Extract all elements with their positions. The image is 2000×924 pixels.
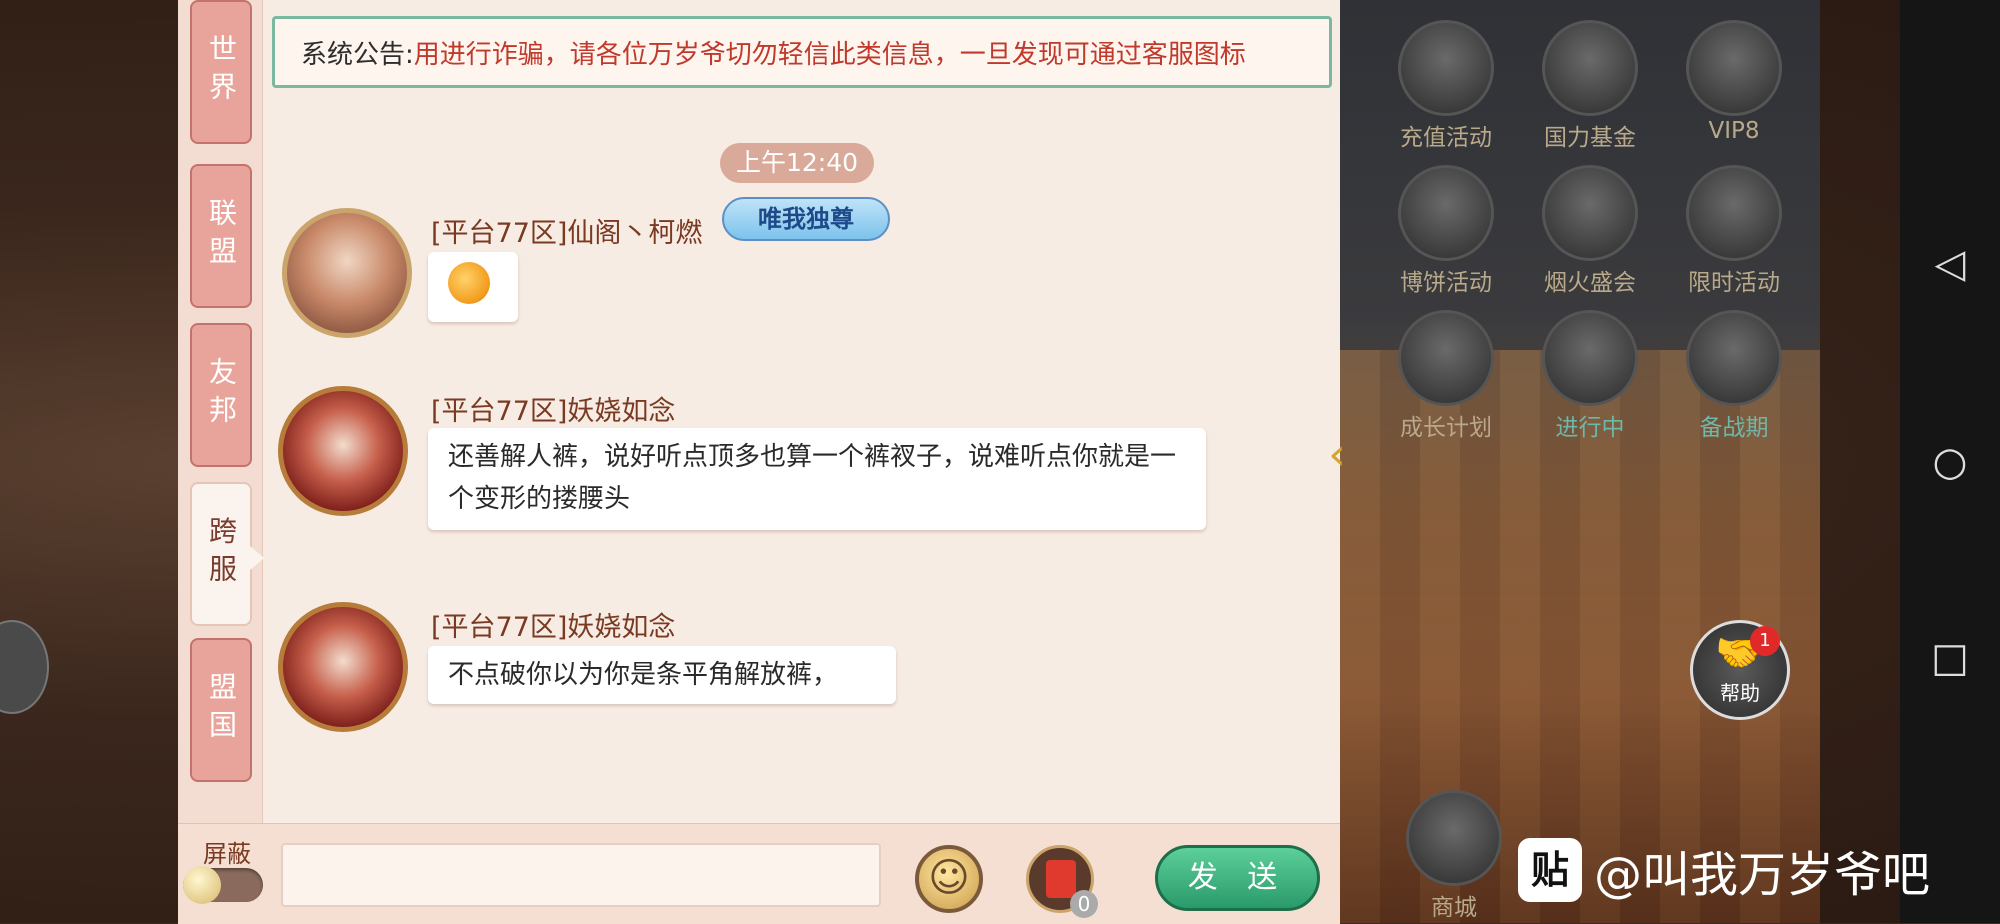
home-nav-icon[interactable]: ○ <box>1928 440 1972 484</box>
growth-plan-button[interactable]: 成长计划 <box>1396 310 1496 442</box>
bracelet-icon <box>1686 165 1782 261</box>
tieba-watermark: 贴 @叫我万岁爷吧 <box>1518 835 1930 905</box>
message-bubble: 还善解人裤，说好听点顶多也算一个裤衩子，说难听点你就是一个变形的搂腰头 <box>428 428 1206 530</box>
watermark-text: @叫我万岁爷吧 <box>1594 847 1931 903</box>
title-badge: 唯我独尊 <box>722 197 890 241</box>
scroll-icon <box>1398 310 1494 406</box>
treasure-icon <box>1398 20 1494 116</box>
firework-icon <box>1542 165 1638 261</box>
red-envelope-icon <box>1046 860 1076 898</box>
back-nav-icon[interactable]: ◁ <box>1928 242 1972 286</box>
tiger-emoji-icon <box>448 262 490 304</box>
vip-avatar-icon <box>1686 20 1782 116</box>
tab-allied-nation[interactable]: 盟国 <box>190 638 252 782</box>
game-menu-label: 备战期 <box>1699 415 1769 441</box>
block-toggle[interactable] <box>183 866 263 904</box>
game-menu-label: VIP8 <box>1708 118 1760 144</box>
tab-cross-server[interactable]: 跨服 <box>190 482 264 626</box>
game-menu-label: 烟火盛会 <box>1544 270 1636 296</box>
limited-event-button[interactable]: 限时活动 <box>1684 165 1784 297</box>
sender-avatar[interactable] <box>278 386 408 516</box>
tieba-logo-icon: 贴 <box>1518 838 1582 902</box>
game-menu-label: 进行中 <box>1555 415 1625 441</box>
block-toggle-label: 屏蔽 <box>203 840 251 868</box>
game-menu-label: 商城 <box>1431 895 1477 921</box>
sender-name[interactable]: [平台77区]仙阁丶柯燃 <box>431 211 702 250</box>
announcement-label: 系统公告: <box>301 39 414 70</box>
sender-avatar[interactable] <box>282 208 412 338</box>
beast-icon <box>1542 310 1638 406</box>
ship-icon <box>1686 310 1782 406</box>
dice-event-button[interactable]: 博饼活动 <box>1396 165 1496 297</box>
collapse-panel-arrow-icon[interactable]: ‹ <box>1322 425 1352 485</box>
game-menu-label: 限时活动 <box>1688 270 1780 296</box>
shop-button[interactable]: 商城 <box>1404 790 1504 922</box>
help-label: 帮助 <box>1720 681 1760 705</box>
firework-event-button[interactable]: 烟火盛会 <box>1540 165 1640 297</box>
tab-friend-nation[interactable]: 友邦 <box>190 323 252 467</box>
toggle-knob <box>183 866 221 904</box>
shop-icon <box>1406 790 1502 886</box>
message-bubble: 不点破你以为你是条平角解放裤， <box>428 646 896 704</box>
national-fund-button[interactable]: 国力基金 <box>1540 20 1640 152</box>
game-menu-label: 国力基金 <box>1544 125 1636 151</box>
emoji-button[interactable]: ☺ <box>915 845 983 913</box>
recharge-event-button[interactable]: 充值活动 <box>1396 20 1496 152</box>
game-menu-label: 成长计划 <box>1400 415 1492 441</box>
game-menu-label: 充值活动 <box>1400 125 1492 151</box>
channel-tab-column: 世界 联盟 友邦 跨服 盟国 <box>178 0 264 923</box>
message-bubble <box>428 252 518 322</box>
chest-icon <box>1542 20 1638 116</box>
sender-avatar[interactable] <box>278 602 408 732</box>
vip-button[interactable]: VIP8 <box>1684 20 1784 144</box>
red-packet-count: 0 <box>1070 890 1098 918</box>
preparation-button[interactable]: 备战期 <box>1684 310 1784 442</box>
in-progress-button[interactable]: 进行中 <box>1540 310 1640 442</box>
game-menu-label: 博饼活动 <box>1400 270 1492 296</box>
announcement-text: 用进行诈骗，请各位万岁爷切勿轻信此类信息，一旦发现可通过客服图标 <box>413 39 1246 70</box>
chat-message-input[interactable] <box>281 843 881 907</box>
send-button[interactable]: 发 送 <box>1155 845 1320 911</box>
sender-name[interactable]: [平台77区]妖娆如念 <box>431 389 675 428</box>
message-timestamp: 上午12:40 <box>720 143 875 183</box>
help-notification-badge: 1 <box>1750 626 1780 656</box>
tab-world[interactable]: 世界 <box>190 0 252 144</box>
smiley-icon: ☺ <box>928 855 970 901</box>
recents-nav-icon[interactable]: □ <box>1928 636 1972 680</box>
system-announcement: 系统公告: 用进行诈骗，请各位万岁爷切勿轻信此类信息，一旦发现可通过客服图标 <box>272 16 1332 88</box>
tab-alliance[interactable]: 联盟 <box>190 164 252 308</box>
dice-icon <box>1398 165 1494 261</box>
sender-name[interactable]: [平台77区]妖娆如念 <box>431 605 675 644</box>
